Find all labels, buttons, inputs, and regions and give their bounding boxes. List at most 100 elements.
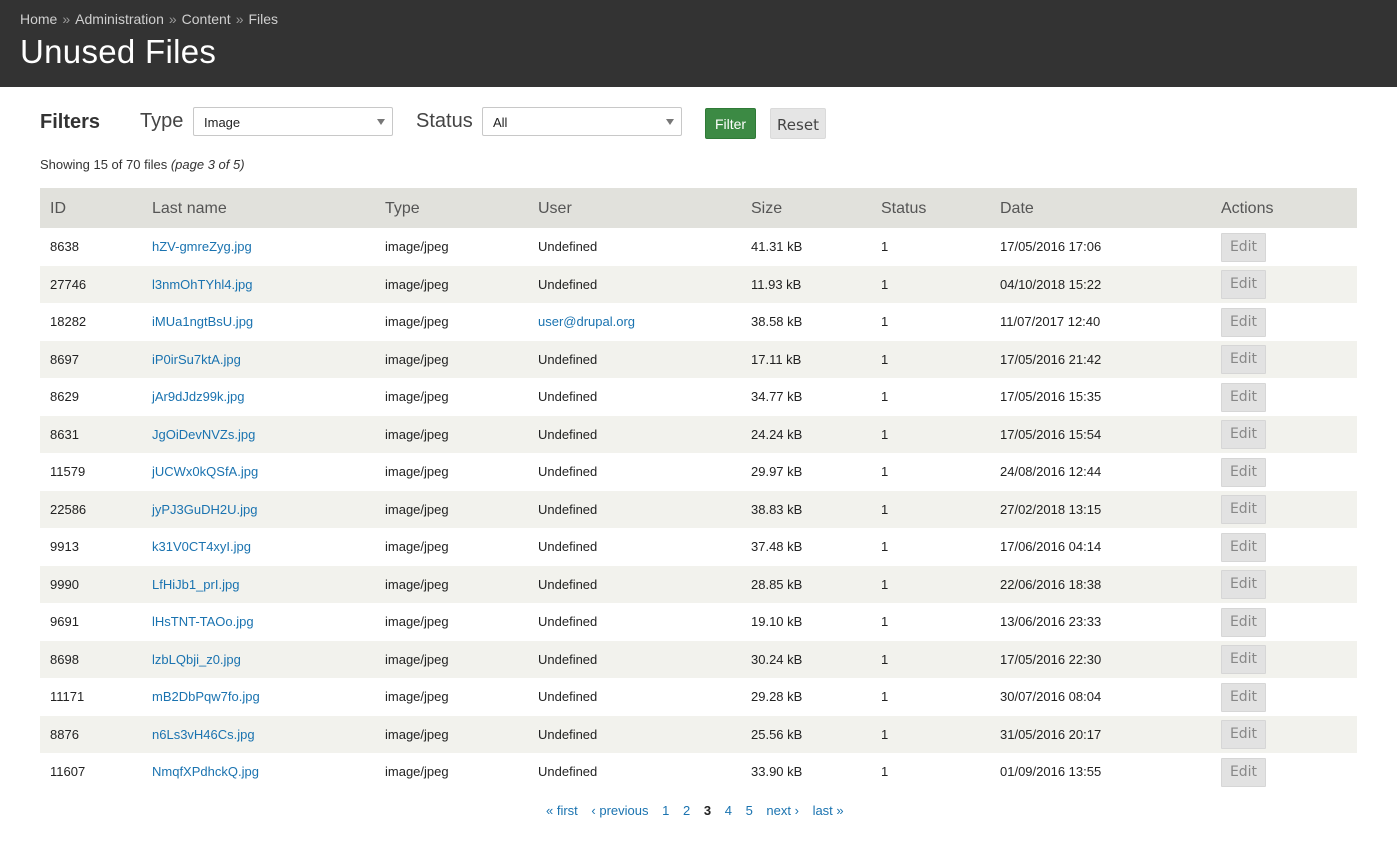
cell-size: 17.11 kB (741, 341, 871, 379)
file-name-link[interactable]: mB2DbPqw7fo.jpg (152, 689, 260, 704)
file-name-link[interactable]: jyPJ3GuDH2U.jpg (152, 502, 258, 517)
column-header-date[interactable]: Date (990, 188, 1211, 228)
edit-button[interactable]: Edit (1221, 382, 1266, 412)
pager-next-link[interactable]: next › (766, 803, 799, 818)
table-row: 8629 jAr9dJdz99k.jpg image/jpeg Undefined 34… (40, 378, 1357, 416)
type-select[interactable]: Image (193, 107, 393, 136)
table-header-row: ID Last name Type User Size Status Date … (40, 188, 1357, 228)
edit-button[interactable]: Edit (1221, 495, 1266, 525)
cell-type: image/jpeg (375, 228, 528, 266)
cell-id: 8697 (40, 341, 142, 379)
breadcrumb-content[interactable]: Content (182, 11, 231, 27)
edit-button[interactable]: Edit (1221, 345, 1266, 375)
cell-id: 11607 (40, 753, 142, 791)
file-name-link[interactable]: iP0irSu7ktA.jpg (152, 352, 241, 367)
edit-button[interactable]: Edit (1221, 682, 1266, 712)
cell-status: 1 (871, 716, 990, 754)
column-header-id[interactable]: ID (40, 188, 142, 228)
edit-button[interactable]: Edit (1221, 532, 1266, 562)
type-filter-label: Type (140, 110, 184, 132)
cell-type: image/jpeg (385, 239, 449, 255)
file-name-link[interactable]: l3nmOhTYhl4.jpg (152, 277, 252, 292)
cell-name: LfHiJb1_prI.jpg (142, 566, 375, 604)
cell-actions: Edit (1211, 641, 1357, 679)
file-name-link[interactable]: n6Ls3vH46Cs.jpg (152, 727, 255, 742)
edit-button[interactable]: Edit (1221, 570, 1266, 600)
pager-page-2[interactable]: 2 (683, 803, 690, 818)
cell-name: iP0irSu7ktA.jpg (142, 341, 375, 379)
cell-name: jAr9dJdz99k.jpg (142, 378, 375, 416)
file-name-link[interactable]: NmqfXPdhckQ.jpg (152, 764, 259, 779)
pager-first-link[interactable]: « first (546, 803, 578, 818)
edit-button[interactable]: Edit (1221, 757, 1266, 787)
column-header-status[interactable]: Status (871, 188, 990, 228)
file-name-link[interactable]: k31V0CT4xyI.jpg (152, 539, 251, 554)
breadcrumb-administration[interactable]: Administration (75, 11, 164, 27)
file-name-link[interactable]: JgOiDevNVZs.jpg (152, 427, 255, 442)
cell-user: Undefined (528, 228, 741, 266)
status-select[interactable]: All (482, 107, 682, 136)
cell-id: 11579 (40, 453, 142, 491)
file-name-link[interactable]: iMUa1ngtBsU.jpg (152, 314, 253, 329)
cell-status: 1 (871, 228, 990, 266)
pager-page-5[interactable]: 5 (746, 803, 753, 818)
column-header-type[interactable]: Type (375, 188, 528, 228)
pager-page-4[interactable]: 4 (725, 803, 732, 818)
pager-last-link[interactable]: last » (813, 803, 844, 818)
cell-user: Undefined (528, 266, 741, 304)
cell-status: 1 (871, 753, 990, 791)
cell-name: iMUa1ngtBsU.jpg (142, 303, 375, 341)
edit-button[interactable]: Edit (1221, 645, 1266, 675)
cell-id: 8631 (40, 416, 142, 454)
cell-status: 1 (881, 501, 889, 517)
pager-page-1[interactable]: 1 (662, 803, 669, 818)
file-name-link[interactable]: jAr9dJdz99k.jpg (152, 389, 245, 404)
cell-size: 24.24 kB (751, 426, 803, 442)
user-link[interactable]: user@drupal.org (538, 314, 635, 329)
cell-user: Undefined (538, 464, 598, 480)
cell-status: 1 (871, 491, 990, 529)
pager-previous-link[interactable]: ‹ previous (591, 803, 648, 818)
filter-button[interactable]: Filter (705, 108, 756, 139)
pager-current-page: 3 (703, 803, 712, 818)
file-name-link[interactable]: hZV-gmreZyg.jpg (152, 239, 252, 254)
file-name-link[interactable]: lzbLQbji_z0.jpg (152, 652, 241, 667)
cell-id: 8876 (50, 726, 79, 742)
cell-actions: Edit (1211, 528, 1357, 566)
cell-actions: Edit (1211, 753, 1357, 791)
breadcrumb-separator: » (235, 11, 244, 27)
column-header-size[interactable]: Size (741, 188, 871, 228)
cell-status: 1 (871, 416, 990, 454)
cell-actions: Edit (1211, 716, 1357, 754)
edit-button[interactable]: Edit (1221, 720, 1266, 750)
file-name-link[interactable]: lHsTNT-TAOo.jpg (152, 614, 254, 629)
breadcrumb-files[interactable]: Files (249, 11, 279, 27)
cell-user: Undefined (528, 378, 741, 416)
edit-button[interactable]: Edit (1221, 232, 1266, 262)
cell-status: 1 (881, 689, 889, 705)
edit-button[interactable]: Edit (1221, 420, 1266, 450)
edit-button[interactable]: Edit (1221, 457, 1266, 487)
cell-date: 04/10/2018 15:22 (990, 266, 1211, 304)
cell-size: 19.10 kB (751, 614, 803, 630)
edit-button[interactable]: Edit (1221, 270, 1266, 300)
edit-button[interactable]: Edit (1221, 307, 1266, 337)
cell-date: 17/06/2016 04:14 (990, 528, 1211, 566)
cell-user: Undefined (538, 651, 598, 667)
cell-type: image/jpeg (385, 576, 449, 592)
file-name-link[interactable]: LfHiJb1_prI.jpg (152, 577, 239, 592)
cell-status: 1 (881, 726, 889, 742)
edit-button[interactable]: Edit (1221, 607, 1266, 637)
cell-date: 13/06/2016 23:33 (990, 603, 1211, 641)
file-name-link[interactable]: jUCWx0kQSfA.jpg (152, 464, 258, 479)
cell-name: lHsTNT-TAOo.jpg (142, 603, 375, 641)
column-header-last-name[interactable]: Last name (142, 188, 375, 228)
column-header-user[interactable]: User (528, 188, 741, 228)
cell-date: 17/05/2016 15:35 (990, 378, 1211, 416)
cell-date: 13/06/2016 23:33 (1000, 614, 1102, 630)
cell-actions: Edit (1211, 303, 1357, 341)
cell-date: 11/07/2017 12:40 (990, 303, 1211, 341)
cell-size: 28.85 kB (751, 576, 803, 592)
breadcrumb-home[interactable]: Home (20, 11, 57, 27)
reset-button[interactable]: Reset (770, 108, 826, 139)
